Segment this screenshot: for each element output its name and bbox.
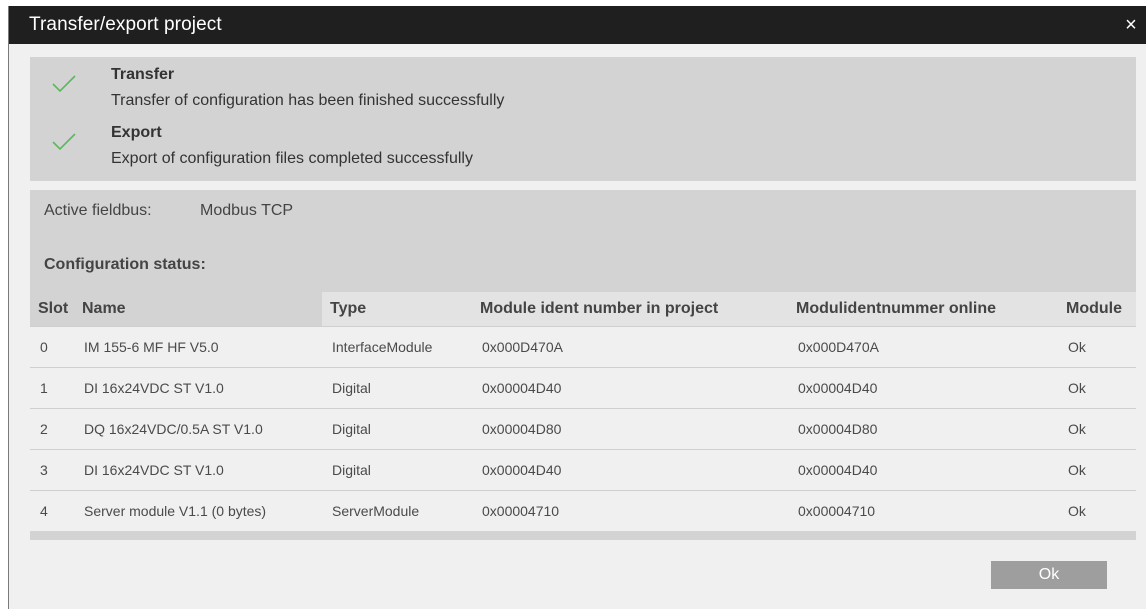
column-header-module-status[interactable]: Module: [1058, 292, 1136, 327]
close-button[interactable]: ×: [1116, 6, 1146, 44]
export-status: Export Export of configuration files com…: [30, 121, 1136, 181]
configuration-panel: Active fieldbus: Modbus TCP Configuratio…: [30, 190, 1136, 540]
cell-type: InterfaceModule: [322, 326, 472, 368]
column-header-ident-online[interactable]: Modulidentnummer online: [788, 292, 1058, 327]
transfer-description: Transfer of configuration has been finis…: [111, 92, 505, 109]
cell-module-status: Ok: [1058, 449, 1136, 491]
cell-slot: 3: [30, 449, 74, 491]
table-row[interactable]: 0 IM 155-6 MF HF V5.0 InterfaceModule 0x…: [30, 326, 1136, 368]
cell-ident-online: 0x00004D40: [788, 449, 1058, 491]
module-table: Slot Name Type Module ident number in pr…: [30, 292, 1136, 531]
cell-module-status: Ok: [1058, 490, 1136, 531]
cell-slot: 1: [30, 367, 74, 409]
title-bar: Transfer/export project ×: [9, 6, 1146, 44]
table-row[interactable]: 1 DI 16x24VDC ST V1.0 Digital 0x00004D40…: [30, 367, 1136, 409]
export-description: Export of configuration files completed …: [111, 150, 473, 167]
cell-module-status: Ok: [1058, 326, 1136, 368]
table-row[interactable]: 2 DQ 16x24VDC/0.5A ST V1.0 Digital 0x000…: [30, 408, 1136, 450]
cell-ident-online: 0x000D470A: [788, 326, 1058, 368]
cell-ident-project: 0x00004D40: [472, 449, 788, 491]
cell-slot: 4: [30, 490, 74, 531]
result-panel: Transfer Transfer of configuration has b…: [30, 57, 1136, 181]
check-icon: [52, 75, 76, 93]
cell-module-status: Ok: [1058, 367, 1136, 409]
fieldbus-value: Modbus TCP: [200, 202, 294, 219]
transfer-export-dialog: Transfer/export project × Transfer Trans…: [8, 6, 1146, 609]
cell-ident-project: 0x00004D40: [472, 367, 788, 409]
cell-name: DI 16x24VDC ST V1.0: [74, 367, 322, 409]
transfer-status: Transfer Transfer of configuration has b…: [30, 63, 1136, 123]
cell-name: Server module V1.1 (0 bytes): [74, 490, 322, 531]
table-header-row: Slot Name Type Module ident number in pr…: [30, 292, 1136, 327]
cell-slot: 2: [30, 408, 74, 450]
cell-type: ServerModule: [322, 490, 472, 531]
cell-ident-online: 0x00004D80: [788, 408, 1058, 450]
cell-name: DI 16x24VDC ST V1.0: [74, 449, 322, 491]
fieldbus-label: Active fieldbus:: [44, 202, 152, 219]
cell-type: Digital: [322, 367, 472, 409]
cell-ident-project: 0x00004D80: [472, 408, 788, 450]
cell-name: DQ 16x24VDC/0.5A ST V1.0: [74, 408, 322, 450]
cell-name: IM 155-6 MF HF V5.0: [74, 326, 322, 368]
table-row[interactable]: 3 DI 16x24VDC ST V1.0 Digital 0x00004D40…: [30, 449, 1136, 491]
cell-module-status: Ok: [1058, 408, 1136, 450]
export-title: Export: [111, 124, 162, 141]
dialog-title: Transfer/export project: [29, 14, 222, 35]
column-header-type[interactable]: Type: [322, 292, 472, 327]
ok-button[interactable]: Ok: [991, 561, 1107, 589]
column-header-name[interactable]: Name: [74, 292, 322, 327]
transfer-title: Transfer: [111, 66, 175, 83]
column-header-slot[interactable]: Slot: [30, 292, 74, 327]
cell-type: Digital: [322, 408, 472, 450]
configuration-status-label: Configuration status:: [44, 256, 206, 273]
cell-ident-online: 0x00004710: [788, 490, 1058, 531]
cell-ident-project: 0x00004710: [472, 490, 788, 531]
cell-ident-project: 0x000D470A: [472, 326, 788, 368]
column-header-ident-project[interactable]: Module ident number in project: [472, 292, 788, 327]
cell-ident-online: 0x00004D40: [788, 367, 1058, 409]
cell-type: Digital: [322, 449, 472, 491]
cell-slot: 0: [30, 326, 74, 368]
table-row[interactable]: 4 Server module V1.1 (0 bytes) ServerMod…: [30, 490, 1136, 531]
check-icon: [52, 133, 76, 151]
